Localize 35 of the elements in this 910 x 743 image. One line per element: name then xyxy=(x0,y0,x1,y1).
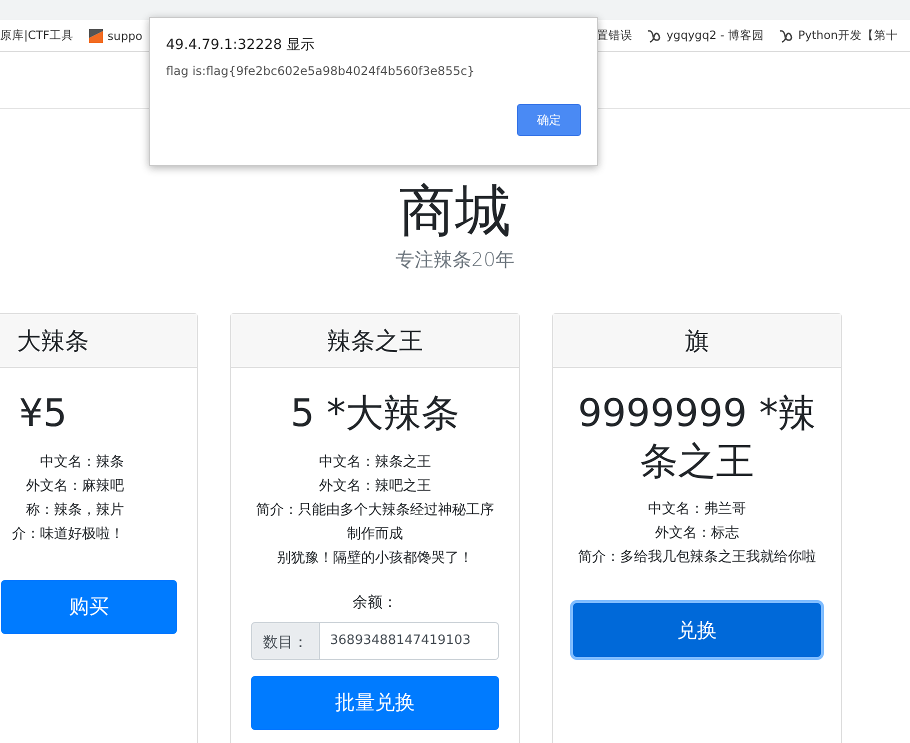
balance-label: 余额： xyxy=(352,592,398,612)
card-header: 旗 xyxy=(553,314,841,368)
quantity-label: 数目： xyxy=(251,622,320,660)
description-line: 中文名：辣条 xyxy=(39,452,124,472)
bookmark-link[interactable]: 置错误 xyxy=(596,28,632,43)
dialog-message: flag is:flag{9fe2bc602e5a98b4024f4b560f3e855c} xyxy=(166,64,476,78)
bookmark-logo-icon xyxy=(88,28,104,44)
bookmark-link[interactable]: ygqygq2 - 博客园 xyxy=(666,28,764,43)
action-button[interactable]: 批量兑换 xyxy=(251,676,499,730)
card-header: 大辣条 xyxy=(0,314,197,368)
description-line: 外文名：辣吧之王 xyxy=(318,476,432,496)
page-title: 商城 xyxy=(399,178,511,246)
description-line: 中文名：辣条之王 xyxy=(318,452,432,472)
description-line: 中文名：弗兰哥 xyxy=(647,500,747,519)
bookmark-link[interactable]: suppo xyxy=(108,28,142,42)
bookmark-logo-icon xyxy=(778,28,794,44)
card-header: 辣条之王 xyxy=(231,314,519,368)
action-button[interactable]: 购买 xyxy=(1,580,177,634)
action-button[interactable]: 兑换 xyxy=(573,603,821,657)
description-line: 介：味道好极啦！ xyxy=(11,524,124,544)
description-line: 称：辣条，辣片 xyxy=(25,500,124,520)
bookmark-link[interactable]: Python开发【第十 xyxy=(798,28,898,43)
price-text: ¥5 xyxy=(18,390,68,437)
quantity-input[interactable]: 36893488147419103 xyxy=(320,622,499,660)
description-line: 简介：多给我几包辣条之王我就给你啦 xyxy=(577,548,817,567)
description-line: 外文名：麻辣吧 xyxy=(25,476,124,496)
bookmark-link[interactable]: 原库|CTF工具 xyxy=(0,28,74,43)
price-text: 9999999 *辣条之王 xyxy=(576,390,818,484)
price-text: 5 *大辣条 xyxy=(289,390,461,437)
page-subtitle: 专注辣条20年 xyxy=(395,248,515,273)
bookmark-logo-icon xyxy=(646,28,662,44)
description-line: 别犹豫！隔壁的小孩都馋哭了！ xyxy=(276,548,474,568)
dialog-title: 49.4.79.1:32228 显示 xyxy=(166,36,316,54)
description-line: 简介：只能由多个大辣条经过神秘工序制作而成 xyxy=(255,500,495,544)
description-line: 外文名：标志 xyxy=(654,524,740,543)
